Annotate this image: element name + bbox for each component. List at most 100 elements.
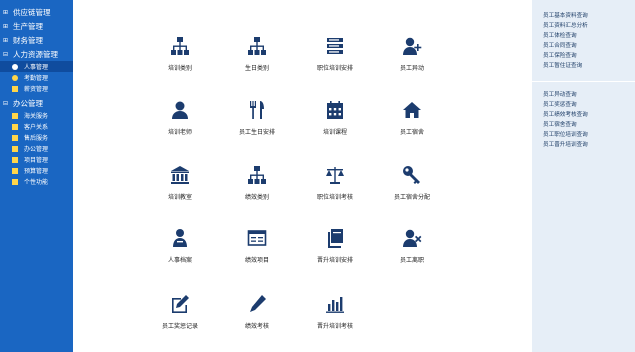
tile-label: 晋升培训安排 (316, 257, 353, 264)
book-icon (328, 229, 343, 248)
folder-icon (12, 167, 18, 174)
tile-label: 人事档案 (167, 257, 192, 264)
query-link[interactable]: 员工暂住证查询 (532, 61, 635, 71)
sidebar-item-supply-chain[interactable]: ⊞ 供应链管理 (0, 5, 73, 19)
pencil-icon (250, 295, 266, 312)
sidebar-item-production[interactable]: ⊞ 生产管理 (0, 19, 73, 33)
folder-icon (12, 123, 18, 130)
money-icon (12, 85, 18, 92)
tile-personnel-archive[interactable]: 人事档案 (145, 228, 215, 264)
user-icon (12, 63, 18, 70)
scale-icon (326, 167, 344, 184)
tile-label: 员工离职 (399, 257, 424, 264)
sidebar-subitem-aftersales[interactable]: 售后服务 (0, 132, 73, 143)
folder-icon (12, 145, 18, 152)
tile-performance-appraisal[interactable]: 绩效考核 (222, 294, 292, 330)
quick-query-panel: 员工基本资料查询 员工资料汇总分析 员工体检查询 员工合同查询 员工保险查询 员… (532, 0, 635, 352)
function-grid: 培训类别 生日类别 职位培训安排 员工异动 培训老师 员工生日安排 培训课程 员… (73, 0, 532, 352)
query-link[interactable]: 员工保险查询 (532, 51, 635, 61)
tile-performance-item[interactable]: 绩效项目 (222, 228, 292, 264)
query-link[interactable]: 员工奖惩查询 (532, 100, 635, 110)
divider (532, 81, 635, 82)
tile-label: 员工宿舍 (399, 129, 424, 136)
org-chart-icon (248, 37, 266, 55)
collapse-icon: ⊟ (3, 99, 9, 107)
tile-label: 绩效考核 (244, 323, 269, 330)
list-icon (327, 38, 343, 54)
tile-training-teacher[interactable]: 培训老师 (145, 100, 215, 136)
folder-icon (12, 178, 18, 185)
user-remove-icon (403, 229, 422, 247)
tile-training-course[interactable]: 培训课程 (300, 100, 370, 136)
sidebar-subitem-salary[interactable]: 薪资管理 (0, 83, 73, 94)
tile-label: 生日类别 (244, 65, 269, 72)
sidebar-nav: ⊞ 供应链管理 ⊞ 生产管理 ⊞ 财务管理 ⊟ 人力资源管理 人事管理 考勤管理 薪资管… (0, 0, 73, 352)
tile-label: 培训类别 (167, 65, 192, 72)
expand-icon: ⊞ (3, 8, 9, 16)
sidebar-subitem-crm[interactable]: 客户关系 (0, 121, 73, 132)
org-chart-icon (248, 166, 266, 184)
sidebar-subitem-office[interactable]: 办公管理 (0, 143, 73, 154)
tile-label: 绩效项目 (244, 257, 269, 264)
tile-label: 员工异动 (399, 65, 424, 72)
tile-label: 绩效类别 (244, 194, 269, 201)
card-icon (247, 230, 267, 246)
folder-icon (12, 112, 18, 119)
query-link[interactable]: 员工绩效考核查询 (532, 110, 635, 120)
calendar-icon (327, 101, 343, 119)
cutlery-icon (250, 101, 264, 119)
tile-label: 培训老师 (167, 129, 192, 136)
tile-employee-resignation[interactable]: 员工离职 (377, 228, 447, 264)
tile-training-category[interactable]: 培训类别 (145, 36, 215, 72)
sidebar-subitem-budget[interactable]: 预算管理 (0, 165, 73, 176)
edit-icon (172, 295, 189, 313)
sidebar-subitem-attendance[interactable]: 考勤管理 (0, 72, 73, 83)
tile-birthday-category[interactable]: 生日类别 (222, 36, 292, 72)
query-link[interactable]: 员工职位培训查询 (532, 130, 635, 140)
collapse-icon: ⊟ (3, 50, 9, 58)
org-chart-icon (171, 37, 189, 55)
tile-training-classroom[interactable]: 培训教室 (145, 165, 215, 201)
expand-icon: ⊞ (3, 22, 9, 30)
tile-position-training-plan[interactable]: 职位培训安排 (300, 36, 370, 72)
query-link[interactable]: 员工体检查询 (532, 31, 635, 41)
tile-promotion-training-plan[interactable]: 晋升培训安排 (300, 228, 370, 264)
tile-dorm-assignment[interactable]: 员工宿舍分配 (377, 165, 447, 201)
key-icon (403, 166, 420, 184)
sidebar-item-office[interactable]: ⊟ 办公管理 (0, 96, 73, 110)
query-link[interactable]: 员工资料汇总分析 (532, 21, 635, 31)
tile-label: 职位培训安排 (316, 65, 353, 72)
tile-label: 培训教室 (167, 194, 192, 201)
query-link[interactable]: 员工异动查询 (532, 90, 635, 100)
query-link[interactable]: 员工合同查询 (532, 41, 635, 51)
query-link[interactable]: 员工基本资料查询 (532, 11, 635, 21)
bank-icon (171, 166, 189, 184)
sidebar-subitem-customs[interactable]: 海关服务 (0, 110, 73, 121)
sidebar-item-finance[interactable]: ⊞ 财务管理 (0, 33, 73, 47)
tile-employee-transfer[interactable]: 员工异动 (377, 36, 447, 72)
tile-promotion-training-exam[interactable]: 晋升培训考核 (300, 294, 370, 330)
tile-label: 员工生日安排 (238, 129, 275, 136)
home-icon (403, 102, 421, 118)
sidebar-subitem-personnel[interactable]: 人事管理 (0, 61, 73, 72)
bar-chart-icon (326, 297, 344, 313)
clock-icon (12, 74, 18, 81)
expand-icon: ⊞ (3, 36, 9, 44)
folder-icon (12, 156, 18, 163)
folder-icon (12, 134, 18, 141)
tile-employee-birthday-plan[interactable]: 员工生日安排 (222, 100, 292, 136)
tile-reward-punishment-record[interactable]: 员工奖惩记录 (145, 294, 215, 330)
tile-position-training-exam[interactable]: 职位培训考核 (300, 165, 370, 201)
sidebar-item-hr[interactable]: ⊟ 人力资源管理 (0, 47, 73, 61)
query-link[interactable]: 员工晋升培训查询 (532, 140, 635, 150)
tile-label: 培训课程 (322, 129, 347, 136)
tile-employee-dorm[interactable]: 员工宿舍 (377, 100, 447, 136)
user-add-icon (403, 37, 422, 55)
archive-user-icon (173, 229, 187, 247)
tile-performance-category[interactable]: 绩效类别 (222, 165, 292, 201)
sidebar-subitem-project[interactable]: 项目管理 (0, 154, 73, 165)
sidebar-subitem-custom[interactable]: 个性功能 (0, 176, 73, 187)
tile-label: 员工奖惩记录 (161, 323, 198, 330)
tile-label: 晋升培训考核 (316, 323, 353, 330)
query-link[interactable]: 员工宿舍查询 (532, 120, 635, 130)
